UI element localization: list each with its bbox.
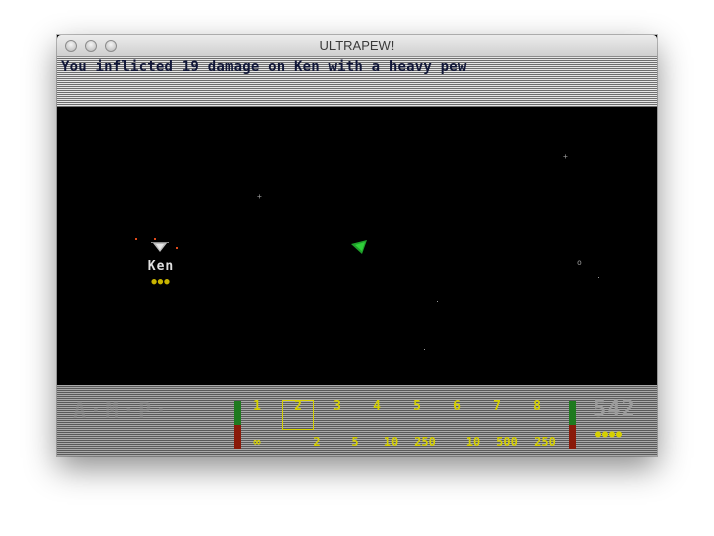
- ammo-count-1: ∞: [253, 435, 261, 449]
- weapon-slot-1[interactable]: 1: [241, 399, 273, 414]
- ammo-count-8: 250: [534, 435, 556, 449]
- ammo-count-3: 5: [351, 435, 359, 449]
- damage-spark: [176, 247, 178, 249]
- weapon-slot-5[interactable]: 5: [401, 399, 433, 414]
- combat-message: You inflicted 19 damage on Ken with a he…: [61, 59, 467, 75]
- ammo-count-7: 500: [496, 435, 518, 449]
- ammo-count-2: 2: [313, 435, 321, 449]
- enemy-health-pips: ●●●: [151, 277, 171, 287]
- weapon-slot-7[interactable]: 7: [481, 399, 513, 414]
- shield-gauge: [569, 401, 576, 449]
- star: [437, 301, 438, 302]
- player-ship-icon: [351, 240, 367, 254]
- damage-spark: [135, 238, 137, 240]
- hud-panel: A·M·P· 1 2 3 4 5 6 7 8 ∞ 2 5 10 250 10 5…: [57, 385, 657, 456]
- score-display: 542: [593, 397, 636, 422]
- weapon-slot-8[interactable]: 8: [521, 399, 553, 414]
- star: o: [577, 258, 582, 267]
- enemy-name-label: Ken: [147, 259, 175, 274]
- star: [424, 349, 425, 350]
- weapon-slot-3[interactable]: 3: [321, 399, 353, 414]
- title-bar[interactable]: ULTRAPEW!: [57, 35, 657, 57]
- ammo-count-5: 250: [414, 435, 436, 449]
- game-viewport[interactable]: + + o Ken ●●●: [57, 107, 657, 385]
- score-pips: ●●●●: [595, 429, 624, 440]
- weapon-slot-6[interactable]: 6: [441, 399, 473, 414]
- damage-spark: [154, 238, 156, 240]
- enemy-ship-icon: [151, 242, 169, 252]
- weapon-slot-2[interactable]: 2: [282, 399, 314, 414]
- window-title: ULTRAPEW!: [319, 38, 395, 53]
- star: [598, 277, 599, 278]
- game-window: ULTRAPEW! You inflicted 19 damage on Ken…: [57, 35, 657, 456]
- weapon-slot-4[interactable]: 4: [361, 399, 393, 414]
- message-bar: You inflicted 19 damage on Ken with a he…: [57, 57, 657, 107]
- star: +: [563, 152, 568, 161]
- hud-status-text: A·M·P·: [73, 399, 171, 424]
- star: +: [257, 192, 262, 201]
